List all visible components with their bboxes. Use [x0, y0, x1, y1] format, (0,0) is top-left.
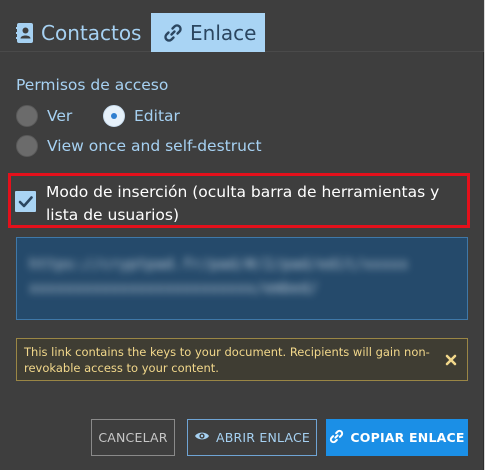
link-icon	[329, 429, 344, 447]
copy-link-button-label: COPIAR ENLACE	[350, 430, 465, 445]
warning-alert: This link contains the keys to your docu…	[16, 338, 468, 381]
tab-link-label: Enlace	[190, 20, 257, 45]
tab-bar: Contactos Enlace	[0, 0, 484, 52]
address-book-icon	[16, 22, 34, 43]
checkmark-icon	[18, 196, 33, 208]
radio-edit-button[interactable]	[103, 105, 125, 127]
radio-view-once-label: View once and self-destruct	[47, 137, 262, 155]
radio-edit-label: Editar	[134, 107, 180, 125]
open-link-button-label: ABRIR ENLACE	[215, 430, 310, 445]
tab-link[interactable]: Enlace	[151, 13, 265, 52]
tab-contacts-label: Contactos	[41, 20, 142, 45]
embed-mode-label[interactable]: Modo de inserción (oculta barra de herra…	[46, 181, 466, 227]
eye-icon	[194, 430, 210, 445]
radio-view[interactable]: Ver	[16, 105, 72, 127]
cancel-button-label: CANCELAR	[98, 430, 168, 445]
radio-view-once[interactable]: View once and self-destruct	[16, 135, 262, 157]
permissions-heading: Permisos de acceso	[16, 76, 169, 94]
share-dialog: Contactos Enlace Permisos de acceso Ver …	[0, 0, 484, 470]
open-link-button[interactable]: ABRIR ENLACE	[187, 419, 317, 456]
embed-mode-checkbox[interactable]	[15, 191, 36, 212]
copy-link-button[interactable]: COPIAR ENLACE	[326, 419, 468, 456]
warning-text: This link contains the keys to your docu…	[24, 345, 430, 375]
link-icon	[163, 23, 183, 43]
radio-edit[interactable]: Editar	[103, 105, 180, 127]
tab-contacts[interactable]: Contactos	[16, 13, 146, 52]
share-link-value: https://cryptpad.fr/pad/#/2/pad/edit/xxx…	[29, 255, 409, 297]
cancel-button[interactable]: CANCELAR	[91, 419, 175, 456]
close-icon[interactable]	[443, 352, 459, 368]
radio-view-label: Ver	[47, 107, 73, 125]
radio-view-button[interactable]	[16, 105, 38, 127]
share-link-field[interactable]: https://cryptpad.fr/pad/#/2/pad/edit/xxx…	[16, 237, 468, 320]
radio-view-once-button[interactable]	[16, 135, 38, 157]
